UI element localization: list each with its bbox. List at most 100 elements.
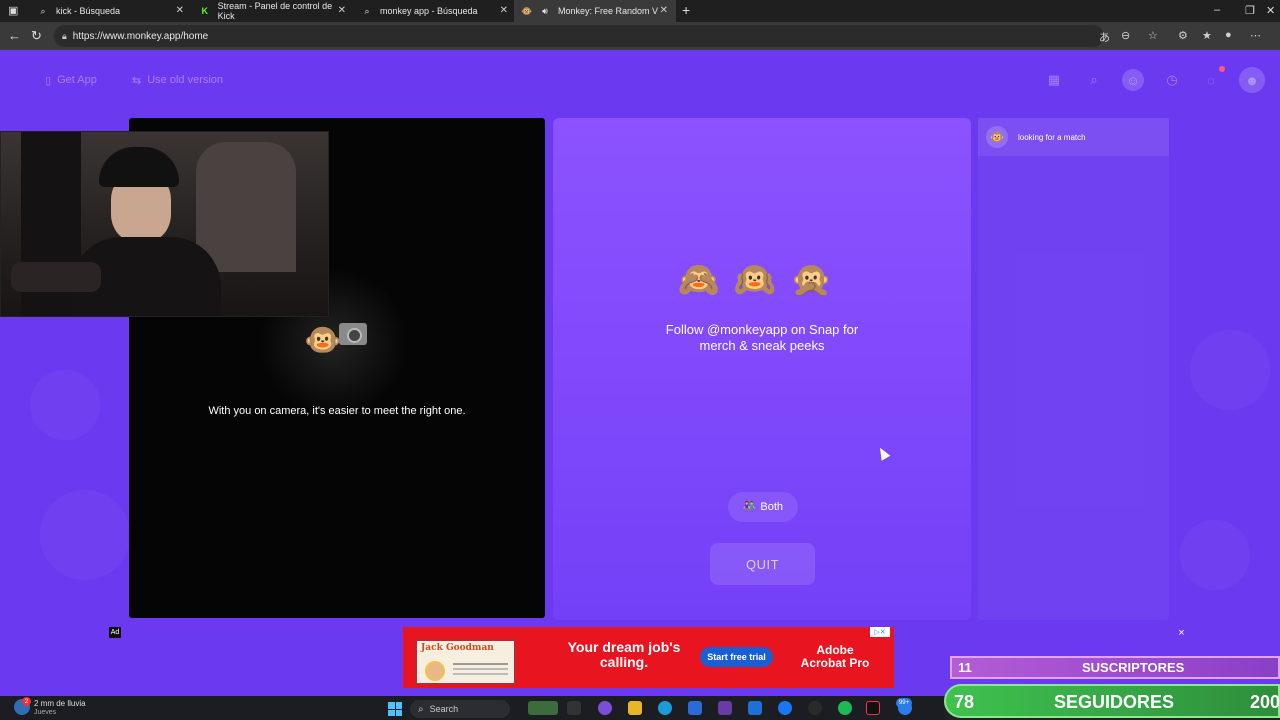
close-icon[interactable]: ✕ [338, 5, 346, 16]
phone-icon: ▯ [45, 74, 52, 87]
followers-overlay: 78 SEGUIDORES 200 [944, 684, 1280, 718]
tiktok-icon[interactable] [866, 701, 880, 715]
speaker-icon[interactable]: 🔊︎ [540, 6, 550, 16]
taskbar-search[interactable]: ⌕ Search [410, 700, 510, 718]
messages-icon[interactable]: ◌ [1200, 66, 1225, 91]
follow-snap-text: Follow @monkeyapp on Snap for merch & sn… [665, 322, 859, 353]
camera-prompt: With you on camera, it's easier to meet … [208, 405, 466, 417]
quit-button[interactable]: QUIT [710, 543, 815, 585]
tab-monkey-search[interactable]: ⌕ monkey app - Búsqueda ✕ [354, 0, 516, 22]
windows-taskbar: 2 2 mm de lluvia Jueves ⌕ Search 99+ [0, 696, 944, 720]
url-text: https://www.monkey.app/home [72, 30, 209, 42]
favorite-star-icon[interactable]: ☆ [1148, 29, 1158, 42]
tab-kick-search[interactable]: ⌕ kick - Búsqueda ✕ [30, 0, 192, 22]
background-blob [30, 370, 100, 440]
subscribers-overlay: 11 SUSCRIPTORES [950, 656, 1280, 679]
mouse-cursor [875, 445, 891, 461]
friends-icon[interactable]: ☺ [1122, 69, 1144, 91]
more-menu-icon[interactable]: ⋯ [1250, 29, 1261, 42]
ad-info-icon[interactable]: ▷✕ [870, 627, 890, 637]
spotify-icon[interactable] [838, 701, 852, 715]
ad-headline: Your dream job's calling. [567, 639, 681, 670]
url-field[interactable]: 🔒︎ https://www.monkey.app/home [54, 25, 1104, 47]
reload-icon[interactable]: ↻ [31, 28, 42, 44]
mail-icon[interactable] [748, 701, 762, 715]
edge-icon[interactable] [658, 701, 672, 715]
monkey-avatar-icon: 🐵 [986, 126, 1008, 148]
webcam-hand [11, 262, 101, 292]
lock-icon: 🔒︎ [62, 30, 67, 41]
notification-dot [1219, 66, 1225, 72]
zoom-icon[interactable]: ⊖ [1121, 29, 1130, 42]
translate-icon[interactable]: あ [1099, 29, 1110, 45]
address-bar-row: ← ↻ 🔒︎ https://www.monkey.app/home あ ⊖ ☆… [0, 22, 1280, 50]
camera-monkey-icon: 🐵 [304, 324, 342, 357]
monkey-icon: 🐵 [521, 5, 533, 16]
weather-text: 2 mm de lluvia [34, 699, 86, 708]
background-blob [40, 490, 130, 580]
tab-label: monkey app - Búsqueda [380, 6, 478, 16]
followers-count: 78 [954, 692, 975, 712]
search-icon: ⌕ [40, 5, 46, 16]
copilot-icon[interactable] [598, 701, 612, 715]
tab-label: kick - Búsqueda [56, 6, 121, 16]
profile-icon[interactable]: ● [1225, 29, 1232, 41]
obs-icon[interactable] [718, 701, 732, 715]
tab-label: Stream - Panel de control de Kick [217, 1, 333, 21]
ad-label: Ad [109, 627, 121, 638]
use-old-version-link[interactable]: ⇆ Use old version [132, 68, 223, 92]
back-icon[interactable]: ← [8, 28, 21, 43]
minimize-icon[interactable]: – [1214, 4, 1220, 16]
top-nav: ▯ Get App ⇆ Use old version ▦ ⌕ ☺ ◷ ◌ ☻ [0, 50, 1280, 110]
tab-label: Monkey: Free Random Video [558, 6, 658, 16]
background-blob [1190, 330, 1270, 410]
close-icon[interactable]: ✕ [660, 5, 668, 16]
followers-label: SEGUIDORES [1054, 692, 1175, 712]
close-icon[interactable]: ✕ [176, 5, 184, 16]
facebook-icon[interactable] [778, 701, 792, 715]
three-monkeys-emoji: 🙈🙉🙊 [677, 261, 847, 299]
subscribers-label: SUSCRIPTORES [1082, 660, 1185, 675]
widgets-icon[interactable] [528, 701, 558, 715]
streamer-webcam [0, 131, 329, 317]
search-icon[interactable]: ⌕ [1083, 69, 1105, 91]
history-icon[interactable]: ◷ [1161, 69, 1183, 91]
store-icon[interactable] [688, 701, 702, 715]
match-panel: 🙈🙉🙊 Follow @monkeyapp on Snap for merch … [553, 118, 971, 620]
extensions-icon[interactable]: ⚙ [1178, 29, 1188, 42]
close-icon[interactable]: ✕ [500, 5, 508, 16]
restore-icon[interactable]: ❐ [1245, 4, 1255, 17]
ad-brand: Adobe Acrobat Pro [800, 643, 870, 670]
followers-goal: 200 [1249, 692, 1280, 712]
ad-close-button[interactable]: × [1175, 626, 1188, 639]
webcam-cap [99, 147, 179, 187]
ad-banner[interactable]: Jack Goodman Your dream job's calling. S… [403, 627, 894, 688]
get-app-link[interactable]: ▯ Get App [45, 68, 97, 92]
chat-panel: 🐵 looking for a match [978, 118, 1169, 620]
profile-avatar[interactable]: ☻ [1239, 67, 1265, 93]
couple-icon: 👫 [742, 501, 756, 513]
ad-start-trial-button[interactable]: Start free trial [700, 647, 773, 667]
webcam-chair [196, 142, 296, 272]
shop-icon[interactable]: ▦ [1043, 69, 1065, 91]
weather-day: Jueves [34, 709, 57, 716]
weather-alert-badge: 2 [22, 697, 31, 706]
window-menu-icon[interactable]: ▣ [8, 4, 18, 17]
task-view-icon[interactable] [567, 701, 581, 715]
tab-kick-stream[interactable]: K Stream - Panel de control de Kick ✕ [192, 0, 354, 22]
close-window-icon[interactable]: ✕ [1266, 4, 1275, 17]
tab-monkey-home[interactable]: 🐵 🔊︎ Monkey: Free Random Video ✕ [514, 0, 676, 22]
swap-icon: ⇆ [132, 74, 142, 87]
steam-icon[interactable] [808, 701, 822, 715]
file-explorer-icon[interactable] [628, 701, 642, 715]
new-tab-button[interactable]: + [682, 2, 690, 18]
match-status: looking for a match [1018, 132, 1086, 142]
ad-card-photo [425, 661, 445, 681]
collections-icon[interactable]: ★ [1202, 29, 1212, 42]
start-menu-icon[interactable] [388, 702, 402, 716]
gender-both-button[interactable]: 👫 Both [728, 492, 798, 522]
both-label: Both [760, 501, 784, 513]
taskbar-search-placeholder: Search [429, 704, 459, 714]
search-icon: ⌕ [364, 5, 370, 16]
use-old-version-label: Use old version [147, 74, 224, 86]
